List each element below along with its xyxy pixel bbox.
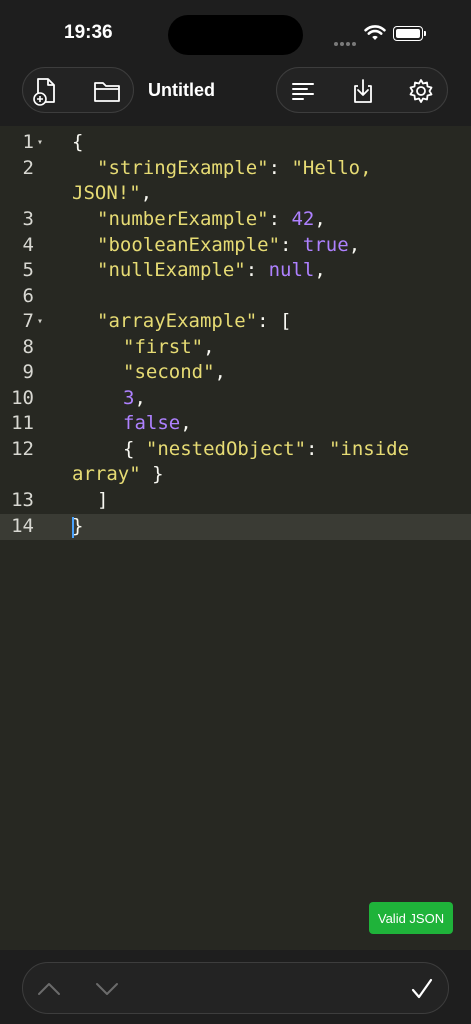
toolbar: Untitled — [0, 64, 471, 126]
line-number: 13 — [11, 489, 34, 511]
line-number: 4 — [22, 234, 34, 256]
previous-button[interactable] — [35, 977, 63, 1001]
code-text: 3, — [123, 387, 146, 409]
code-text: JSON!", — [72, 182, 153, 204]
code-text: array" } — [72, 463, 164, 485]
file-actions-group — [22, 67, 134, 113]
line-number: 2 — [22, 157, 34, 179]
line-number: 7 — [22, 310, 34, 332]
code-text: "numberExample": 42, — [97, 208, 326, 230]
chevron-up-icon — [38, 983, 60, 995]
line-number: 1 — [22, 131, 34, 153]
code-text: "nullExample": null, — [97, 259, 326, 281]
validation-status-badge: Valid JSON — [369, 902, 453, 934]
text-cursor — [72, 517, 74, 538]
format-button[interactable] — [287, 76, 319, 106]
code-text: ] — [97, 489, 109, 511]
editor-actions-group — [276, 67, 448, 113]
align-left-icon — [292, 83, 314, 100]
line-number: 10 — [11, 387, 34, 409]
next-button[interactable] — [93, 977, 121, 1001]
wifi-icon — [364, 25, 386, 40]
line-number: 6 — [22, 285, 34, 307]
chevron-down-icon — [96, 983, 118, 995]
dynamic-island — [168, 15, 303, 55]
new-file-button[interactable] — [29, 76, 61, 106]
code-text: { "nestedObject": "inside — [123, 438, 410, 460]
navigation-pill — [22, 962, 449, 1014]
code-text: { — [72, 131, 84, 153]
code-text: "arrayExample": [ — [97, 310, 292, 332]
code-text: "second", — [123, 361, 226, 383]
fold-toggle-icon[interactable]: ▾ — [37, 309, 43, 335]
save-download-button[interactable] — [347, 76, 379, 106]
checkmark-icon — [411, 978, 433, 999]
cellular-signal-icon — [334, 31, 358, 46]
settings-button[interactable] — [405, 76, 437, 106]
line-number: 3 — [22, 208, 34, 230]
done-button[interactable] — [408, 977, 436, 1001]
download-icon — [354, 79, 372, 103]
fold-toggle-icon[interactable]: ▾ — [37, 130, 43, 156]
code-editor[interactable]: 1 ▾ { 2 "stringExample": "Hello, JSON!",… — [0, 126, 471, 950]
code-text: "first", — [123, 336, 215, 358]
line-number: 8 — [22, 336, 34, 358]
battery-icon — [393, 26, 426, 41]
new-file-icon — [33, 78, 55, 106]
gear-icon — [409, 79, 433, 103]
code-text: "stringExample": "Hello, — [97, 157, 372, 179]
open-folder-button[interactable] — [91, 76, 123, 106]
line-number: 14 — [11, 515, 34, 537]
status-time: 19:36 — [64, 22, 113, 43]
bottom-bar — [0, 950, 471, 1024]
status-bar: 19:36 — [0, 0, 471, 64]
line-number: 5 — [22, 259, 34, 281]
line-number: 11 — [11, 412, 34, 434]
document-title[interactable]: Untitled — [148, 80, 215, 101]
line-number: 9 — [22, 361, 34, 383]
code-text: "booleanExample": true, — [97, 234, 361, 256]
line-number: 12 — [11, 438, 34, 460]
folder-icon — [94, 82, 120, 102]
active-line-highlight — [0, 514, 471, 540]
code-text: false, — [123, 412, 192, 434]
